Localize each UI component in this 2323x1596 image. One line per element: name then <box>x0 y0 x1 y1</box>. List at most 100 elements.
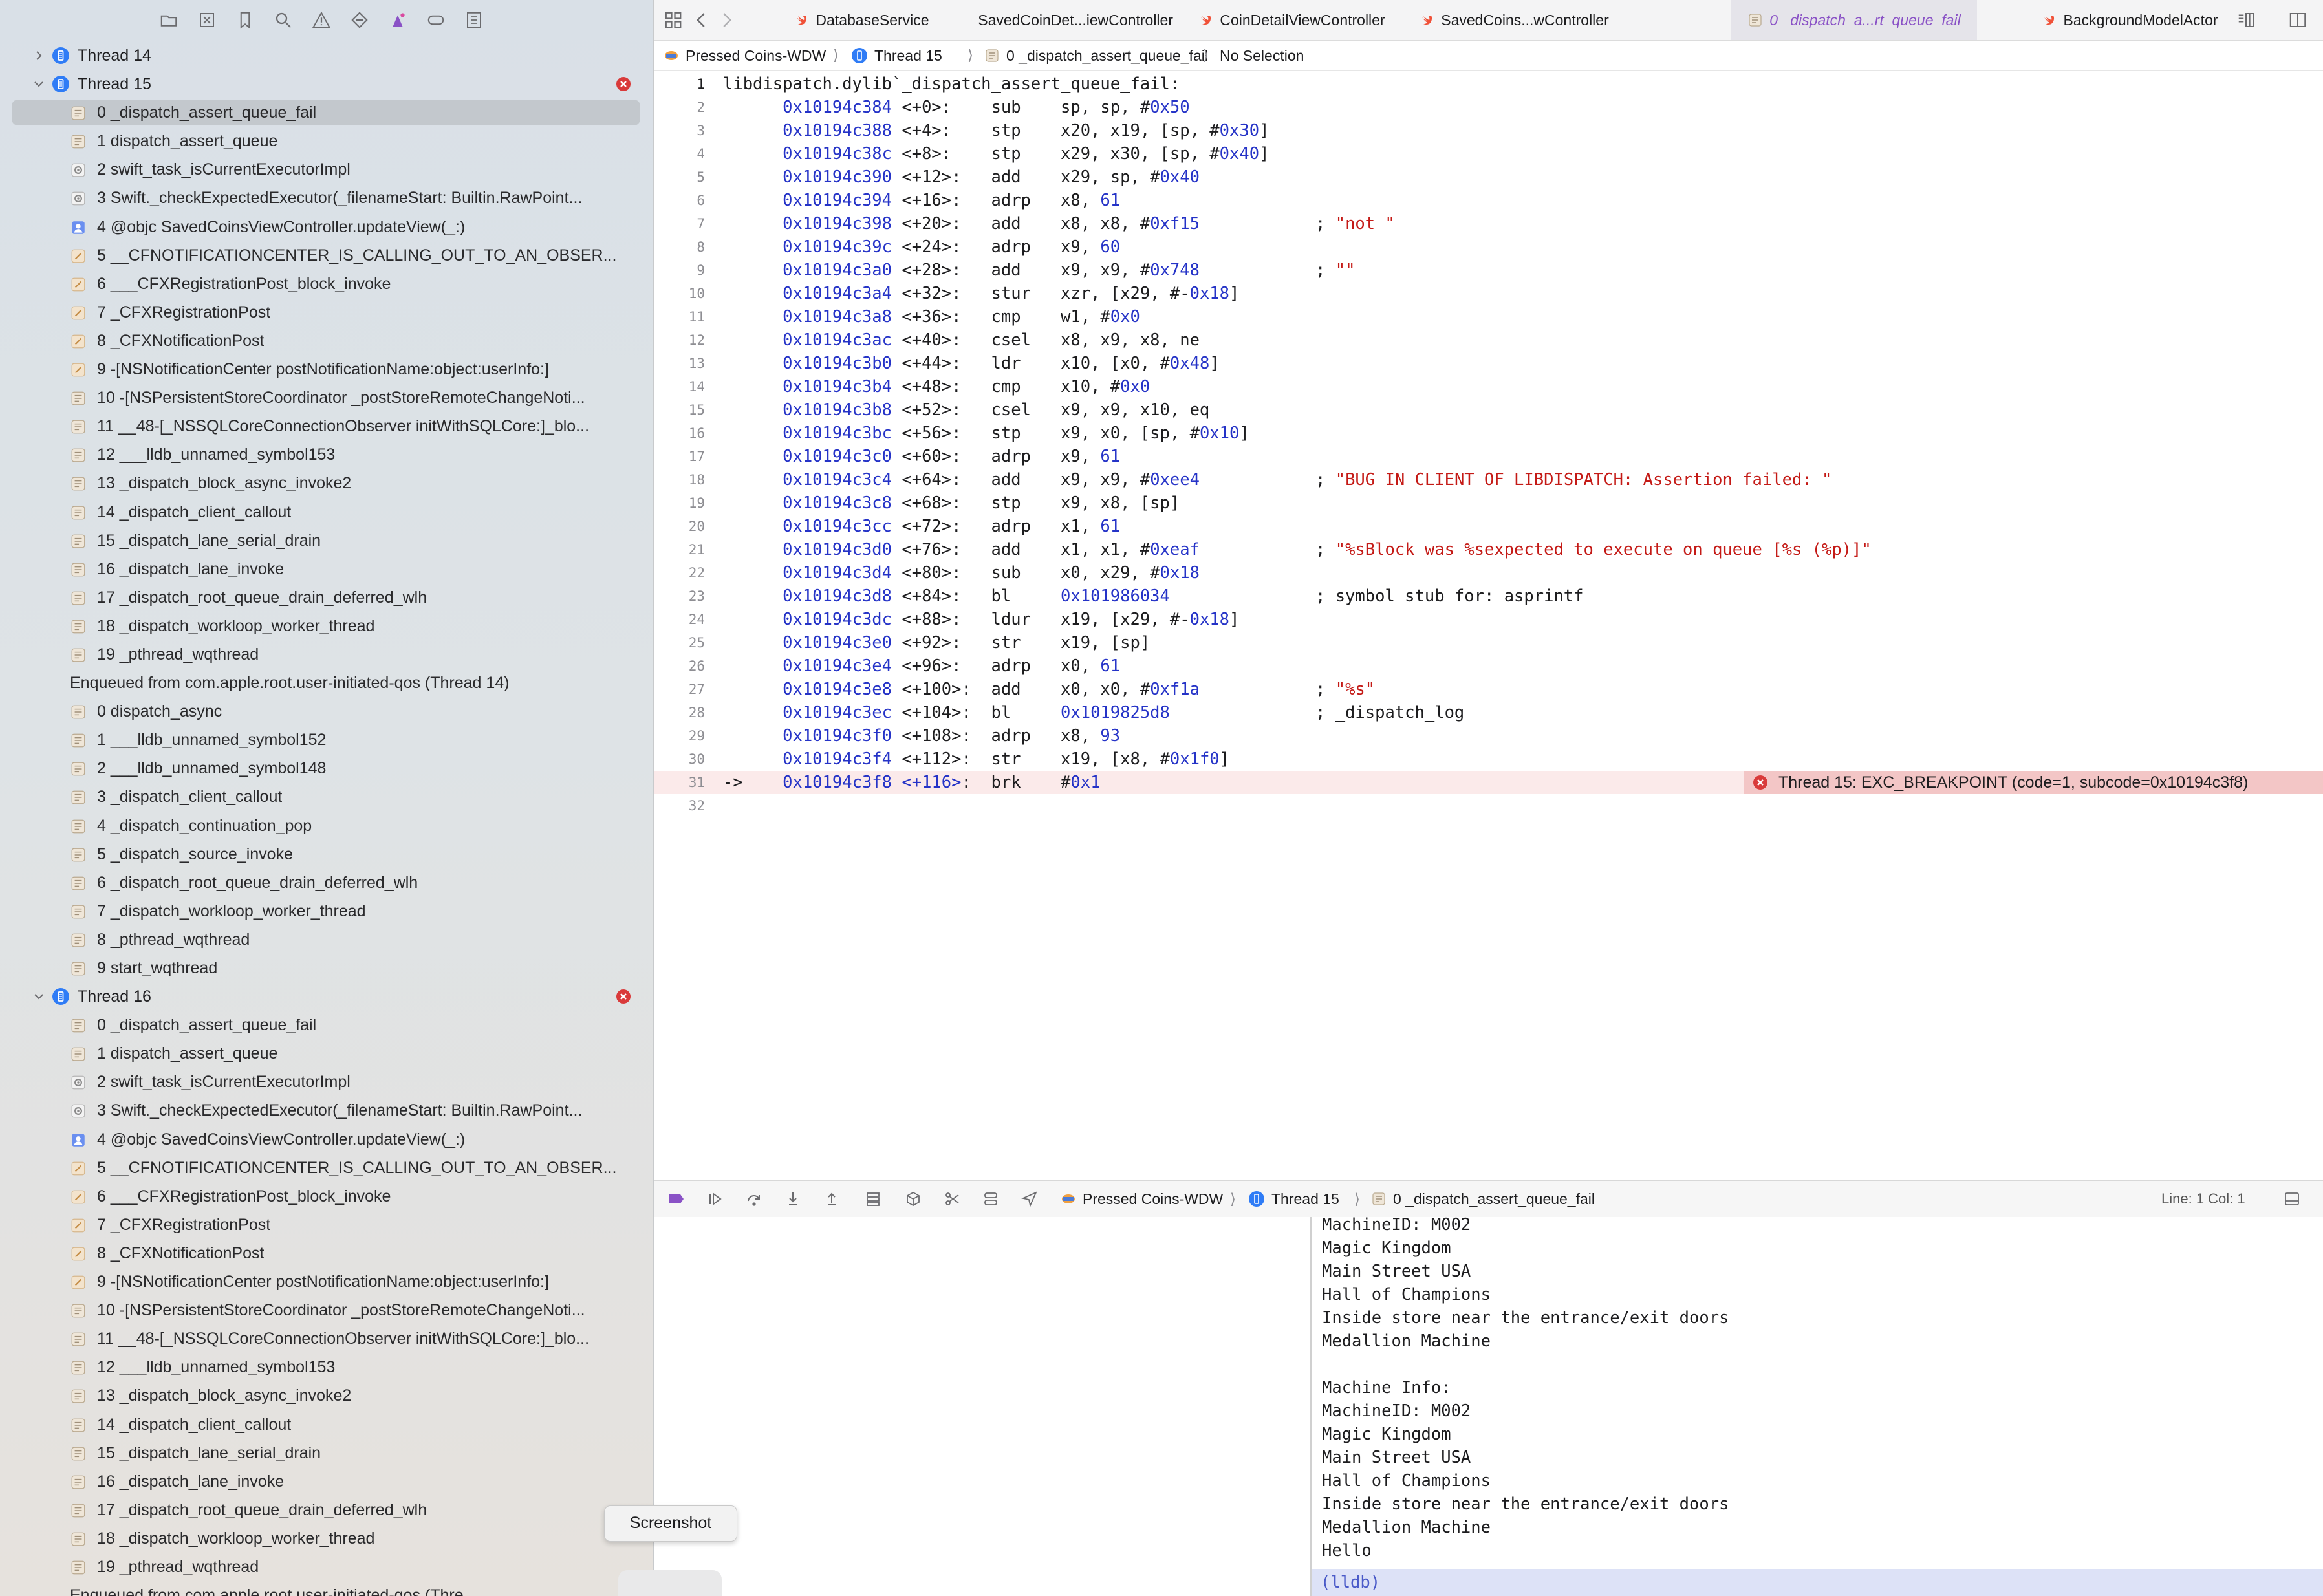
stack-frame-row[interactable]: 8 _CFXNotificationPost <box>0 1239 653 1267</box>
stack-frame-row[interactable]: 13 _dispatch_block_async_invoke2 <box>0 1381 653 1410</box>
tab-6[interactable]: BackgroundModelActor <box>2024 0 2235 40</box>
code-line[interactable]: 13 0x10194c3b0 <+44>: ldr x10, [x0, #0x4… <box>654 352 2323 375</box>
code-line[interactable]: 12 0x10194c3ac <+40>: csel x8, x9, x8, n… <box>654 329 2323 352</box>
disassembly-view[interactable]: 1 libdispatch.dylib`_dispatch_assert_queu… <box>654 72 2323 817</box>
code-line[interactable]: 14 0x10194c3b4 <+48>: cmp x10, #0x0 <box>654 375 2323 398</box>
chevron-down-icon[interactable] <box>32 990 45 1003</box>
code-line[interactable]: 31 -> 0x10194c3f8 <+116>: brk #0x1 Thread … <box>654 771 2323 794</box>
code-line[interactable]: 5 0x10194c390 <+12>: add x29, sp, #0x40 <box>654 166 2323 189</box>
code-line[interactable]: 24 0x10194c3dc <+88>: ldur x19, [x29, #-… <box>654 608 2323 631</box>
tab-1[interactable]: DatabaseService <box>777 0 945 40</box>
code-line[interactable]: 32 <box>654 794 2323 817</box>
stack-frame-row[interactable]: 6 ___CFXRegistrationPost_block_invoke <box>0 1182 653 1211</box>
jumpbar-selection[interactable]: No Selection <box>1220 47 1304 65</box>
stack-frame-row[interactable]: 8 _pthread_wqthread <box>0 925 653 954</box>
code-line[interactable]: 30 0x10194c3f4 <+112>: str x19, [x8, #0x… <box>654 748 2323 771</box>
debugbar-project[interactable]: Pressed Coins-WDW <box>1061 1190 1223 1208</box>
forward-chevron-icon[interactable] <box>717 10 736 30</box>
debug-view-hierarchy-icon[interactable] <box>864 1190 882 1208</box>
chevron-right-icon[interactable] <box>32 49 45 62</box>
step-out-icon[interactable] <box>823 1190 841 1208</box>
search-icon[interactable] <box>274 10 293 30</box>
code-line[interactable]: 28 0x10194c3ec <+104>: bl 0x1019825d8 ; _… <box>654 701 2323 724</box>
stack-frame-row[interactable]: 10 -[NSPersistentStoreCoordinator _postS… <box>0 1296 653 1324</box>
grid-icon[interactable] <box>664 10 683 30</box>
jumpbar-frame[interactable]: 0 _dispatch_assert_queue_fail <box>984 47 1208 65</box>
simulate-location-icon[interactable] <box>982 1190 1000 1208</box>
code-line[interactable]: 2 0x10194c384 <+0>: sub sp, sp, #0x50 <box>654 96 2323 119</box>
stack-frame-row[interactable]: 13 _dispatch_block_async_invoke2 <box>0 469 653 497</box>
stack-frame-row[interactable]: 2 swift_task_isCurrentExecutorImpl <box>0 155 653 184</box>
stack-frame-row[interactable]: 1 dispatch_assert_queue <box>0 127 653 155</box>
stack-frame-row[interactable]: 14 _dispatch_client_callout <box>0 498 653 526</box>
stack-frame-row[interactable]: 18 _dispatch_workloop_worker_thread <box>0 1524 653 1553</box>
stack-frame-row[interactable]: 8 _CFXNotificationPost <box>0 327 653 355</box>
thread-row[interactable]: Thread 14 <box>0 41 653 70</box>
lldb-prompt[interactable]: (lldb) <box>1312 1569 2323 1596</box>
stack-frame-row[interactable]: 17 _dispatch_root_queue_drain_deferred_w… <box>0 1496 653 1524</box>
chevron-down-icon[interactable] <box>32 78 45 91</box>
code-line[interactable]: 7 0x10194c398 <+20>: add x8, x8, #0xf15;… <box>654 212 2323 235</box>
code-line[interactable]: 27 0x10194c3e8 <+100>: add x0, x0, #0xf1… <box>654 678 2323 701</box>
adjust-editor-icon[interactable] <box>2236 10 2256 30</box>
code-line[interactable]: 26 0x10194c3e4 <+96>: adrp x0, 61 <box>654 654 2323 678</box>
stack-frame-row[interactable]: 6 _dispatch_root_queue_drain_deferred_wl… <box>0 868 653 897</box>
screenshot-toolbar-peek[interactable] <box>618 1570 722 1596</box>
code-line[interactable]: 19 0x10194c3c8 <+68>: stp x9, x8, [sp] <box>654 491 2323 515</box>
tag-icon[interactable] <box>426 10 446 30</box>
add-editor-icon[interactable] <box>2288 10 2307 30</box>
report-icon[interactable] <box>464 10 484 30</box>
tab-3[interactable]: CoinDetailViewController <box>1185 0 1398 40</box>
folder-icon[interactable] <box>159 10 178 30</box>
code-line[interactable]: 17 0x10194c3c0 <+60>: adrp x9, 61 <box>654 445 2323 468</box>
thread-row[interactable]: Thread 16 <box>0 982 653 1011</box>
stack-frame-row[interactable]: 14 _dispatch_client_callout <box>0 1410 653 1439</box>
code-line[interactable]: 15 0x10194c3b8 <+52>: csel x9, x9, x10, … <box>654 398 2323 422</box>
stack-frame-row[interactable]: 2 swift_task_isCurrentExecutorImpl <box>0 1068 653 1096</box>
code-line[interactable]: 8 0x10194c39c <+24>: adrp x9, 60 <box>654 235 2323 259</box>
stack-frame-row[interactable]: 9 -[NSNotificationCenter postNotificatio… <box>0 355 653 383</box>
jumpbar-thread[interactable]: Thread 15 <box>851 47 942 65</box>
debugbar-thread[interactable]: Thread 15 <box>1248 1190 1339 1208</box>
stack-frame-row[interactable]: 4 _dispatch_continuation_pop <box>0 812 653 840</box>
tab-4[interactable]: SavedCoins...wController <box>1409 0 1619 40</box>
stack-frame-row[interactable]: 4 @objc SavedCoinsViewController.updateV… <box>0 213 653 241</box>
stack-frame-row[interactable]: 11 __48-[_NSSQLCoreConnectionObserver in… <box>0 1324 653 1353</box>
stack-frame-row[interactable]: 0 _dispatch_assert_queue_fail <box>0 1011 653 1039</box>
code-line[interactable]: 16 0x10194c3bc <+56>: stp x9, x0, [sp, #… <box>654 422 2323 445</box>
thread-row[interactable]: Thread 15 <box>0 70 653 98</box>
stack-frame-row[interactable]: 17 _dispatch_root_queue_drain_deferred_w… <box>0 583 653 612</box>
code-line[interactable]: 11 0x10194c3a8 <+36>: cmp w1, #0x0 <box>654 305 2323 329</box>
debug-spray-icon[interactable] <box>388 10 407 30</box>
code-line[interactable]: 3 0x10194c388 <+4>: stp x20, x19, [sp, #… <box>654 119 2323 142</box>
stack-frame-row[interactable]: 6 ___CFXRegistrationPost_block_invoke <box>0 270 653 298</box>
stack-frame-row[interactable]: 5 __CFNOTIFICATIONCENTER_IS_CALLING_OUT_… <box>0 1154 653 1182</box>
tab-2[interactable]: SavedCoinDet...iewController <box>971 0 1173 40</box>
stack-frame-row[interactable]: 9 -[NSNotificationCenter postNotificatio… <box>0 1267 653 1296</box>
stack-frame-row[interactable]: 3 _dispatch_client_callout <box>0 782 653 811</box>
stack-frame-row[interactable]: 1 dispatch_assert_queue <box>0 1039 653 1068</box>
diamond-icon[interactable] <box>350 10 369 30</box>
jumpbar-project[interactable]: Pressed Coins-WDW <box>664 47 826 65</box>
breakpoints-toggle-icon[interactable] <box>667 1190 686 1208</box>
stack-frame-row[interactable]: 5 __CFNOTIFICATIONCENTER_IS_CALLING_OUT_… <box>0 241 653 270</box>
code-line[interactable]: 18 0x10194c3c4 <+64>: add x9, x9, #0xee4… <box>654 468 2323 491</box>
stack-frame-row[interactable]: 12 ___lldb_unnamed_symbol153 <box>0 1353 653 1381</box>
stack-frame-row[interactable]: 3 Swift._checkExpectedExecutor(_filename… <box>0 184 653 212</box>
stack-frame-row[interactable]: 12 ___lldb_unnamed_symbol153 <box>0 440 653 469</box>
memory-graph-icon[interactable] <box>904 1190 922 1208</box>
code-line[interactable]: 1 libdispatch.dylib`_dispatch_assert_queu… <box>654 72 2323 96</box>
stack-frame-row[interactable]: 2 ___lldb_unnamed_symbol148 <box>0 754 653 782</box>
stack-frame-row[interactable]: 7 _CFXRegistrationPost <box>0 1211 653 1239</box>
stack-frame-row[interactable]: 15 _dispatch_lane_serial_drain <box>0 1439 653 1467</box>
step-into-icon[interactable] <box>784 1190 802 1208</box>
code-line[interactable]: 22 0x10194c3d4 <+80>: sub x0, x29, #0x18 <box>654 561 2323 585</box>
code-line[interactable]: 10 0x10194c3a4 <+32>: stur xzr, [x29, #-… <box>654 282 2323 305</box>
stack-frame-row[interactable]: 19 _pthread_wqthread <box>0 1553 653 1581</box>
stack-frame-row[interactable]: 7 _CFXRegistrationPost <box>0 298 653 327</box>
stack-frame-row[interactable]: 11 __48-[_NSSQLCoreConnectionObserver in… <box>0 412 653 440</box>
stack-frame-row[interactable]: 3 Swift._checkExpectedExecutor(_filename… <box>0 1096 653 1125</box>
source-control-x-icon[interactable] <box>197 10 217 30</box>
stack-frame-row[interactable]: 19 _pthread_wqthread <box>0 640 653 669</box>
stack-frame-row[interactable]: 7 _dispatch_workloop_worker_thread <box>0 897 653 925</box>
